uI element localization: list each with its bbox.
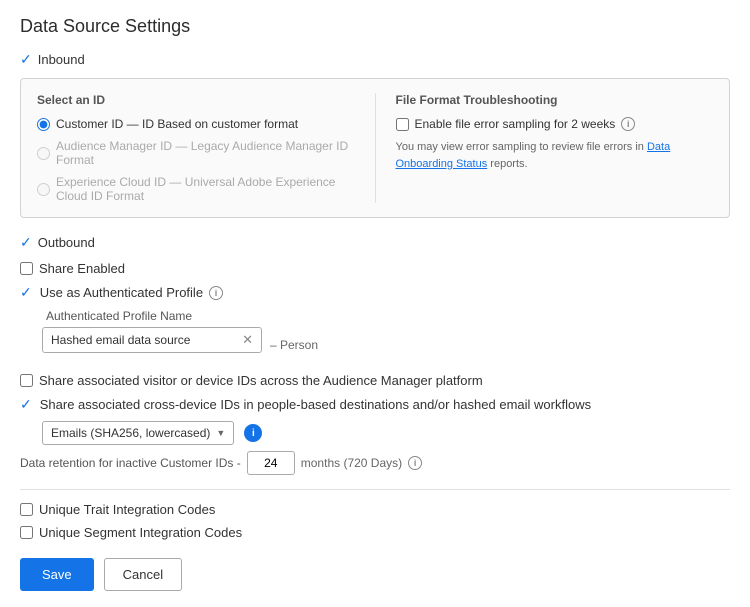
outbound-label: Outbound: [38, 235, 95, 250]
radio-customer-id-input[interactable]: [37, 118, 50, 131]
radio-experience-cloud-id-input[interactable]: [37, 183, 50, 196]
outbound-header: ✓ Outbound: [20, 234, 730, 251]
file-format-label: File Format Troubleshooting: [396, 93, 714, 107]
enable-sampling-info-icon[interactable]: i: [621, 117, 635, 131]
share-enabled-checkbox[interactable]: [20, 262, 33, 275]
select-id-label: Select an ID: [37, 93, 355, 107]
sampling-note-text: You may view error sampling to review fi…: [396, 141, 647, 153]
unique-trait-checkbox[interactable]: [20, 503, 33, 516]
outbound-check-icon: ✓: [20, 234, 32, 251]
share-visitor-label: Share associated visitor or device IDs a…: [39, 373, 483, 388]
page-title: Data Source Settings: [20, 16, 730, 37]
dropdown-row: Emails (SHA256, lowercased) ▼ i: [42, 421, 730, 445]
radio-group: Customer ID — ID Based on customer forma…: [37, 117, 355, 203]
integration-section: Unique Trait Integration Codes Unique Se…: [20, 502, 730, 540]
divider: [20, 489, 730, 490]
share-enabled-row: Share Enabled: [20, 261, 730, 276]
use-as-auth-check-icon: ✓: [20, 284, 32, 301]
retention-info-icon[interactable]: i: [408, 456, 422, 470]
share-cross-device-check-icon: ✓: [20, 396, 32, 413]
auth-profile-name-label: Authenticated Profile Name: [46, 309, 730, 323]
radio-audience-manager-id[interactable]: Audience Manager ID — Legacy Audience Ma…: [37, 139, 355, 167]
retention-label-prefix: Data retention for inactive Customer IDs…: [20, 456, 241, 470]
unique-segment-checkbox[interactable]: [20, 526, 33, 539]
share-cross-device-label: Share associated cross-device IDs in peo…: [40, 397, 591, 412]
cancel-button[interactable]: Cancel: [104, 558, 182, 591]
footer-buttons: Save Cancel: [20, 558, 730, 591]
enable-sampling-checkbox[interactable]: [396, 118, 409, 131]
inbound-left: Select an ID Customer ID — ID Based on c…: [37, 93, 376, 203]
radio-experience-cloud-id-label: Experience Cloud ID — Universal Adobe Ex…: [56, 175, 355, 203]
use-as-auth-label: Use as Authenticated Profile: [40, 285, 203, 300]
page-container: Data Source Settings ✓ Inbound Select an…: [0, 0, 750, 607]
person-label: – Person: [270, 338, 318, 352]
radio-customer-id[interactable]: Customer ID — ID Based on customer forma…: [37, 117, 355, 131]
save-button[interactable]: Save: [20, 558, 94, 591]
share-visitor-checkbox[interactable]: [20, 374, 33, 387]
inbound-right: File Format Troubleshooting Enable file …: [376, 93, 714, 203]
inbound-label: Inbound: [38, 52, 85, 67]
retention-row: Data retention for inactive Customer IDs…: [20, 451, 730, 475]
inbound-check-icon: ✓: [20, 51, 32, 68]
auth-profile-name-input[interactable]: [51, 333, 238, 347]
share-enabled-label: Share Enabled: [39, 261, 125, 276]
use-as-auth-row: ✓ Use as Authenticated Profile i: [20, 284, 730, 301]
radio-audience-manager-id-input[interactable]: [37, 147, 50, 160]
email-type-info-icon[interactable]: i: [244, 424, 262, 442]
email-type-dropdown-value: Emails (SHA256, lowercased): [51, 426, 210, 440]
unique-trait-row: Unique Trait Integration Codes: [20, 502, 730, 517]
unique-trait-label: Unique Trait Integration Codes: [39, 502, 215, 517]
share-visitor-row: Share associated visitor or device IDs a…: [20, 373, 730, 388]
share-cross-device-row: ✓ Share associated cross-device IDs in p…: [20, 396, 730, 413]
auth-profile-name-clear-btn[interactable]: ✕: [242, 332, 253, 348]
use-as-auth-info-icon[interactable]: i: [209, 286, 223, 300]
email-type-dropdown[interactable]: Emails (SHA256, lowercased) ▼: [42, 421, 234, 445]
radio-customer-id-label: Customer ID — ID Based on customer forma…: [56, 117, 298, 131]
inbound-header: ✓ Inbound: [20, 51, 730, 68]
enable-sampling-row: Enable file error sampling for 2 weeks i: [396, 117, 714, 131]
radio-audience-manager-id-label: Audience Manager ID — Legacy Audience Ma…: [56, 139, 355, 167]
dropdown-arrow-icon: ▼: [216, 428, 225, 438]
retention-days-label: months (720 Days): [301, 456, 402, 470]
unique-segment-label: Unique Segment Integration Codes: [39, 525, 242, 540]
outbound-section: ✓ Outbound Share Enabled ✓ Use as Authen…: [20, 234, 730, 475]
unique-segment-row: Unique Segment Integration Codes: [20, 525, 730, 540]
inbound-box: Select an ID Customer ID — ID Based on c…: [20, 78, 730, 218]
sampling-note: You may view error sampling to review fi…: [396, 139, 714, 172]
sampling-note-suffix: reports.: [487, 158, 527, 170]
auth-profile-name-input-wrapper: ✕: [42, 327, 262, 353]
retention-input[interactable]: [247, 451, 295, 475]
enable-sampling-label: Enable file error sampling for 2 weeks: [415, 117, 616, 131]
radio-experience-cloud-id[interactable]: Experience Cloud ID — Universal Adobe Ex…: [37, 175, 355, 203]
